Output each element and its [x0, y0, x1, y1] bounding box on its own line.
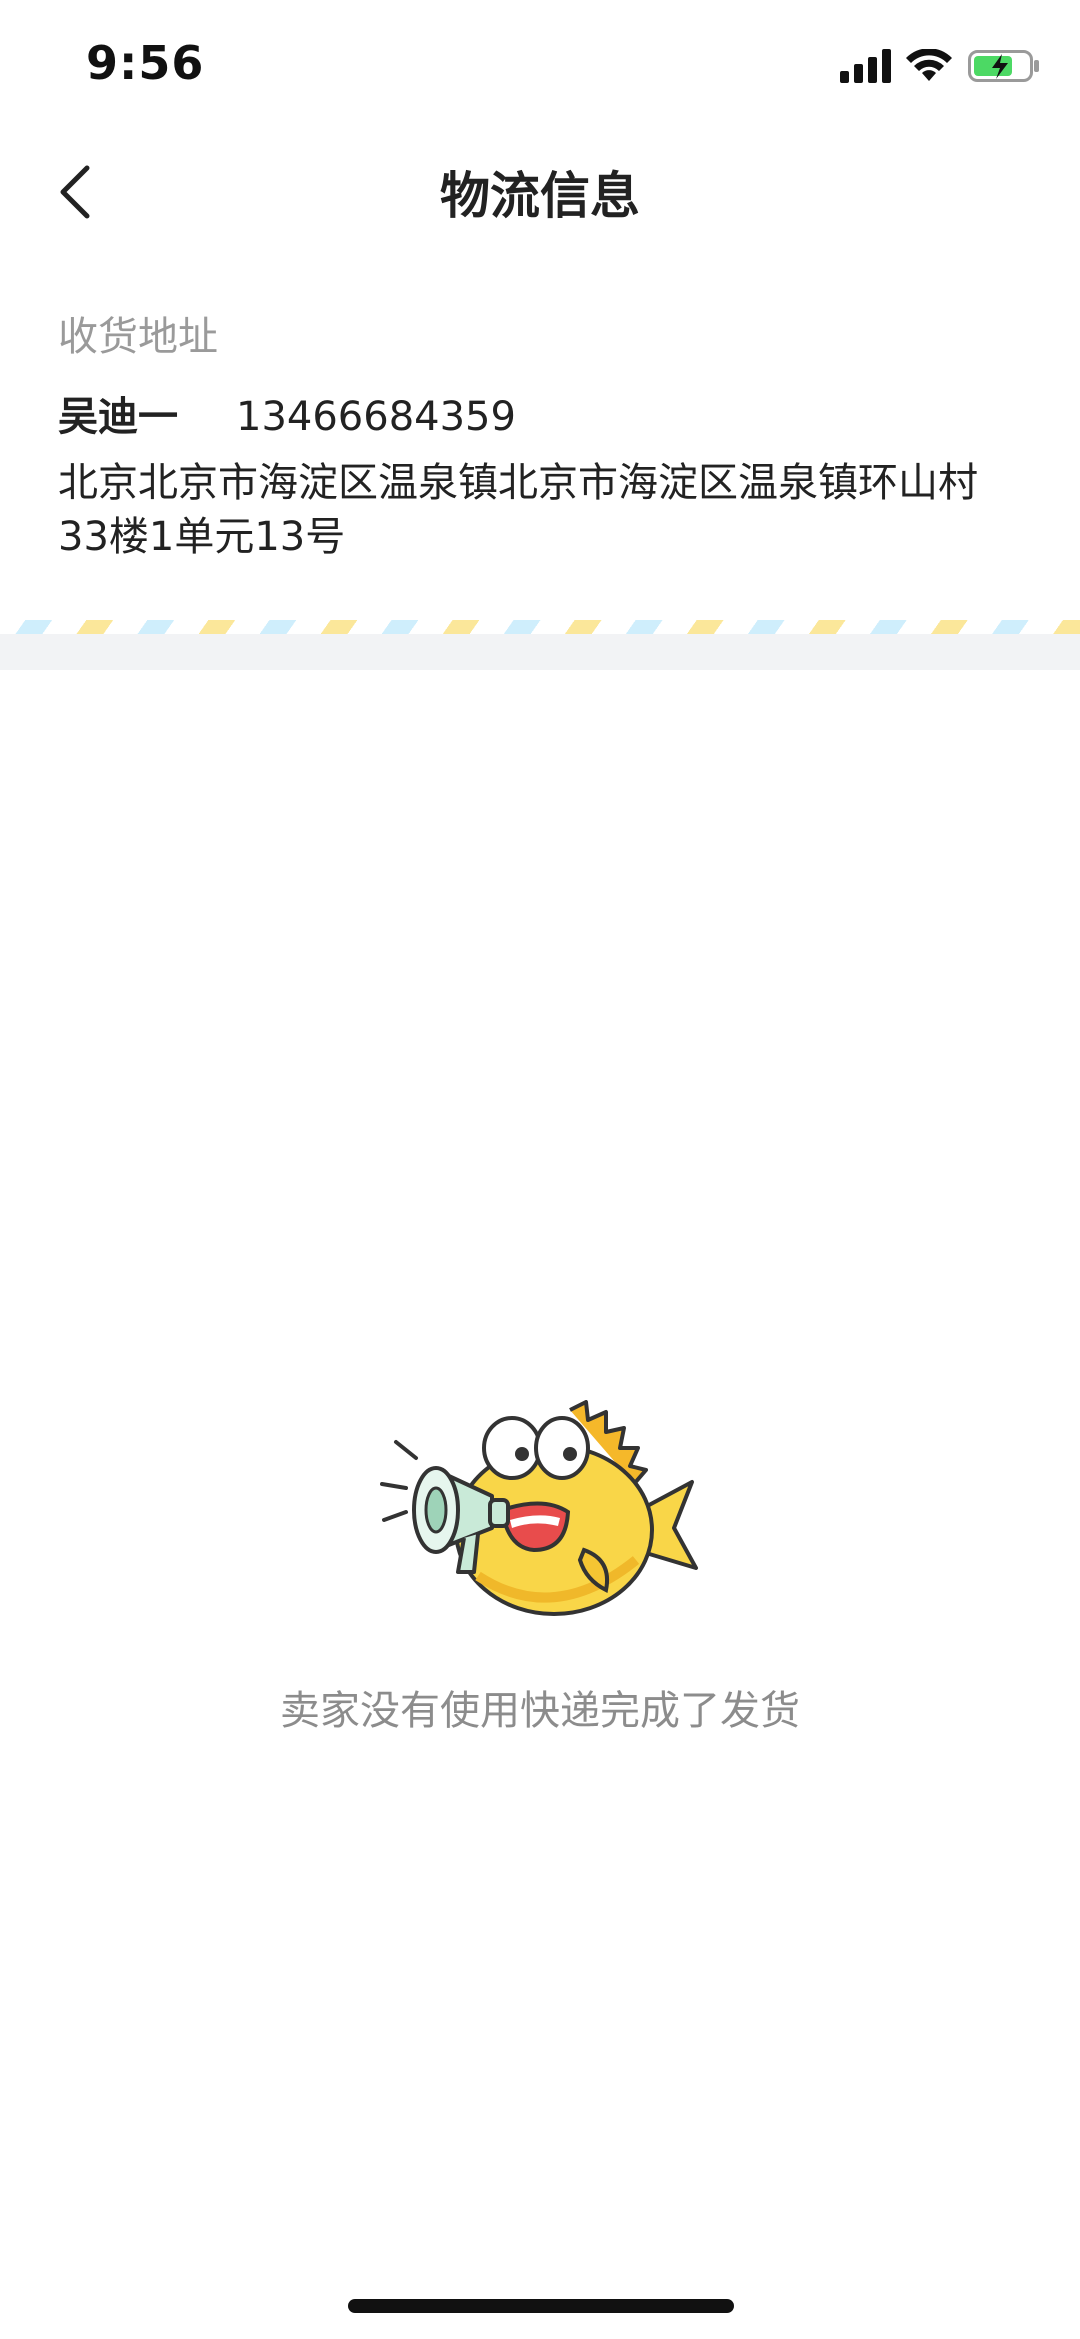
receiver-phone: 13466684359 — [236, 394, 516, 440]
wifi-icon — [906, 49, 952, 81]
receiver-name: 吴迪一 — [58, 394, 178, 440]
fish-megaphone-icon — [380, 1400, 698, 1616]
status-bar: 9:56 — [0, 0, 1080, 132]
empty-state-message: 卖家没有使用快递完成了发货 — [280, 1688, 800, 1734]
logistics-page: 9:56 物流信息 收货地址 吴迪一 13466684359 北京北京市海淀区温… — [0, 0, 1080, 2339]
status-icons — [840, 46, 1040, 86]
empty-state: 卖家没有使用快递完成了发货 — [0, 1400, 1080, 1760]
shipping-address: 收货地址 吴迪一 13466684359 北京北京市海淀区温泉镇北京市海淀区温泉… — [0, 290, 1080, 620]
address-detail: 北京北京市海淀区温泉镇北京市海淀区温泉镇环山村33楼1单元13号 — [58, 460, 978, 560]
nav-bar: 物流信息 — [0, 132, 1080, 250]
page-title: 物流信息 — [440, 167, 640, 225]
envelope-stripe-divider — [0, 620, 1080, 634]
section-divider — [0, 634, 1080, 670]
cellular-signal-icon — [840, 49, 891, 83]
home-indicator[interactable] — [348, 2299, 734, 2313]
address-label: 收货地址 — [58, 314, 218, 360]
receiver-row: 吴迪一 13466684359 — [58, 384, 516, 442]
battery-charging-icon — [968, 50, 1039, 82]
status-time: 9:56 — [86, 36, 205, 90]
